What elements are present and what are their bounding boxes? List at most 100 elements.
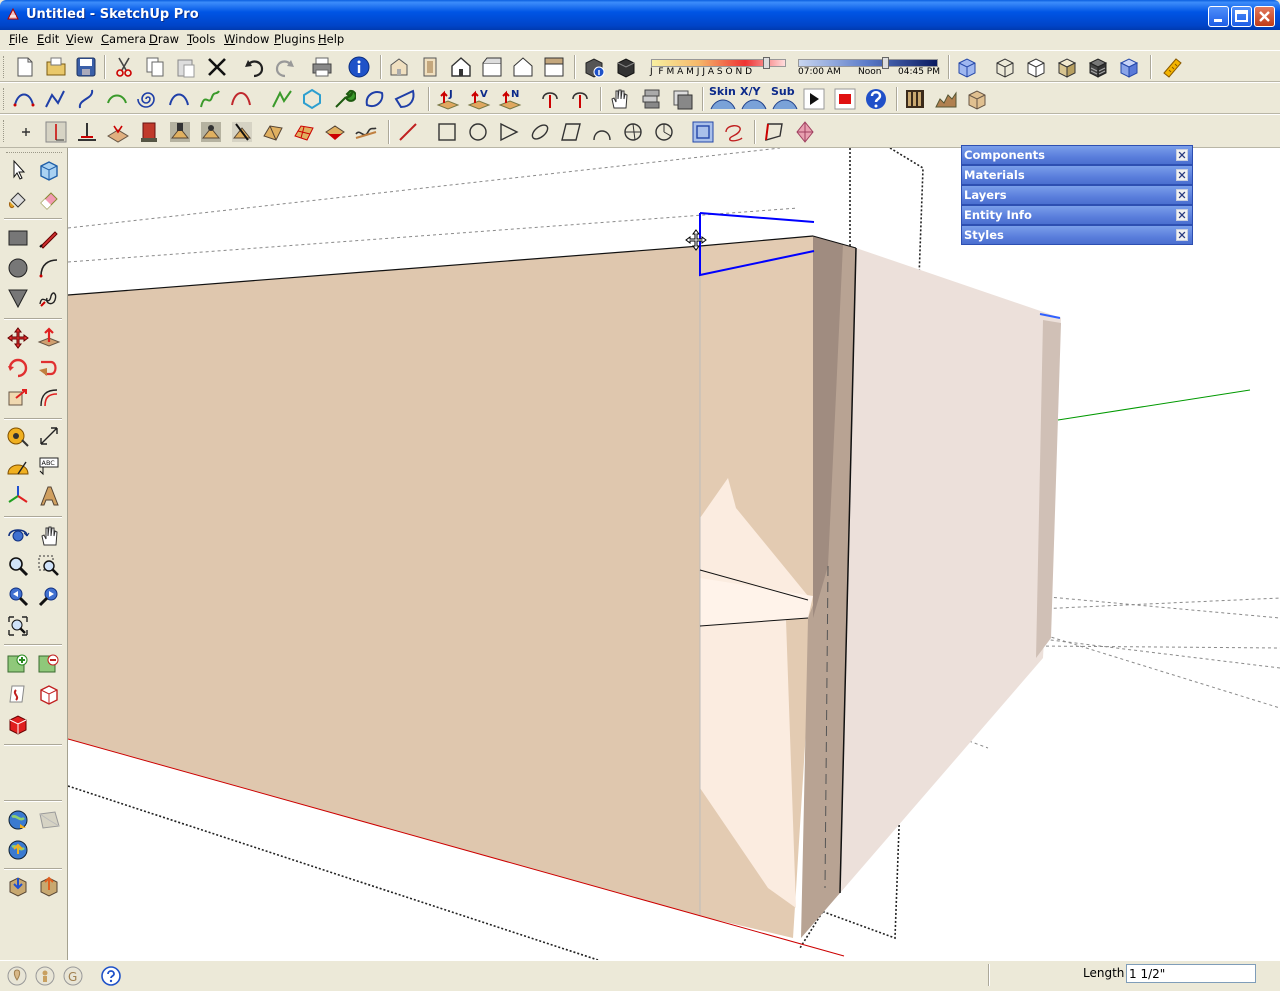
share-model-icon[interactable]: [6, 712, 30, 736]
push-pull-icon[interactable]: [37, 326, 61, 350]
close-button[interactable]: [1254, 6, 1275, 27]
close-entity-info-icon[interactable]: [1176, 209, 1188, 221]
shaded-style-icon[interactable]: [1055, 55, 1079, 79]
zoom-icon[interactable]: [6, 554, 30, 578]
offset-icon[interactable]: [37, 386, 61, 410]
freehand-shape-icon[interactable]: [722, 120, 746, 144]
model-viewport[interactable]: [68, 148, 1280, 960]
text-label-icon[interactable]: ABC: [37, 454, 61, 478]
arc-icon[interactable]: [37, 256, 61, 280]
stamp-icon[interactable]: [75, 120, 99, 144]
bookshelf-icon[interactable]: [903, 87, 927, 111]
save-icon[interactable]: [74, 55, 98, 79]
menu-help[interactable]: Help: [318, 32, 344, 46]
spiral-icon[interactable]: [136, 87, 160, 111]
get-models-icon[interactable]: [37, 682, 61, 706]
offset-frame-icon[interactable]: [691, 120, 715, 144]
rotate-a-icon[interactable]: [538, 87, 562, 111]
xray-style-icon[interactable]: [955, 55, 979, 79]
tape-measure-icon[interactable]: [6, 424, 30, 448]
menu-camera[interactable]: Camera: [101, 32, 146, 46]
freehand-curve-icon[interactable]: [198, 87, 222, 111]
previous-view-icon[interactable]: [6, 584, 30, 608]
title-bar[interactable]: Untitled - SketchUp Pro: [0, 0, 1280, 30]
arc-curve-icon[interactable]: [105, 87, 129, 111]
entity-info-dialog-header[interactable]: Entity Info: [961, 205, 1193, 225]
polygon-icon[interactable]: [300, 87, 324, 111]
google-earth-icon[interactable]: [6, 808, 30, 832]
erase-delete-icon[interactable]: [205, 55, 229, 79]
box-package-icon[interactable]: [965, 87, 989, 111]
wrench-icon[interactable]: [332, 87, 356, 111]
sandbox-from-scratch-icon[interactable]: [199, 120, 223, 144]
sandbox-smoove-icon[interactable]: [137, 120, 161, 144]
rotate-icon[interactable]: [6, 356, 30, 380]
triangle-shape-icon[interactable]: [497, 120, 521, 144]
plus-crosshair-icon[interactable]: [14, 120, 38, 144]
axes-tool-icon[interactable]: [44, 120, 68, 144]
dimension-icon[interactable]: [37, 424, 61, 448]
wireframe-style-icon[interactable]: [993, 55, 1017, 79]
orbit-icon[interactable]: [6, 524, 30, 548]
pan-hand-icon[interactable]: [37, 524, 61, 548]
add-location-icon[interactable]: [6, 652, 30, 676]
sandbox-smooth-icon[interactable]: [354, 120, 378, 144]
stop-record-icon[interactable]: [833, 87, 857, 111]
xy-plugin-button[interactable]: X/Y: [739, 85, 767, 113]
stairs-icon[interactable]: [934, 87, 958, 111]
components-dialog-header[interactable]: Components: [961, 145, 1193, 165]
make-component-icon[interactable]: [37, 158, 61, 182]
new-icon[interactable]: [13, 55, 37, 79]
display-shadows-icon[interactable]: [614, 55, 638, 79]
push-v-icon[interactable]: V: [467, 87, 491, 111]
shaded-textures-style-icon[interactable]: [1086, 55, 1110, 79]
sandbox-stamp-icon[interactable]: [323, 120, 347, 144]
tape-measure-plugin-icon[interactable]: [1160, 55, 1184, 79]
freehand-icon[interactable]: [37, 286, 61, 310]
monochrome-style-icon[interactable]: [1117, 55, 1141, 79]
follow-me-icon[interactable]: [37, 356, 61, 380]
catmull-curve-icon[interactable]: [229, 87, 253, 111]
zoom-extents-icon[interactable]: [6, 614, 30, 638]
cut-icon[interactable]: [112, 55, 136, 79]
cubic-curve-icon[interactable]: [167, 87, 191, 111]
close-materials-icon[interactable]: [1176, 169, 1188, 181]
maximize-button[interactable]: [1231, 6, 1252, 27]
snapshot-icon[interactable]: [37, 808, 61, 832]
sandbox-flip-edge-icon[interactable]: [261, 120, 285, 144]
menu-draw[interactable]: Draw: [149, 32, 179, 46]
pie-shape-icon[interactable]: [652, 120, 676, 144]
back-view-icon[interactable]: [511, 55, 535, 79]
shadow-time-slider[interactable]: 07:00 AM Noon 04:45 PM: [796, 57, 942, 79]
menu-file[interactable]: File: [9, 32, 28, 46]
arc-shape-icon[interactable]: [590, 120, 614, 144]
select-arrow-icon[interactable]: [6, 158, 30, 182]
skin-plugin-button[interactable]: Skin: [708, 85, 736, 113]
place-model-icon[interactable]: [6, 838, 30, 862]
section-plane-icon[interactable]: [670, 87, 694, 111]
sub-plugin-button[interactable]: Sub: [770, 85, 798, 113]
eraser-icon[interactable]: [37, 188, 61, 212]
protractor-icon[interactable]: [6, 454, 30, 478]
rotate-b-icon[interactable]: [568, 87, 592, 111]
hidden-line-style-icon[interactable]: [1024, 55, 1048, 79]
sandbox-add-detail-icon[interactable]: [230, 120, 254, 144]
axes-icon[interactable]: [6, 484, 30, 508]
line-shape-icon[interactable]: [396, 120, 420, 144]
play-icon[interactable]: [802, 87, 826, 111]
model-canvas[interactable]: [68, 148, 1280, 960]
print-icon[interactable]: [310, 55, 334, 79]
photo-texture-icon[interactable]: [6, 682, 30, 706]
push-j-icon[interactable]: J: [436, 87, 460, 111]
materials-dialog-header[interactable]: Materials: [961, 165, 1193, 185]
circle-shape-icon[interactable]: [466, 120, 490, 144]
left-view-icon[interactable]: [542, 55, 566, 79]
3d-text-icon[interactable]: [37, 484, 61, 508]
sandbox-from-contours-icon[interactable]: [168, 120, 192, 144]
menu-edit[interactable]: Edit: [37, 32, 59, 46]
lasso-icon[interactable]: [393, 87, 417, 111]
close-styles-icon[interactable]: [1176, 229, 1188, 241]
paint-bucket-icon[interactable]: [6, 188, 30, 212]
next-view-icon[interactable]: [37, 584, 61, 608]
instructor-help-icon[interactable]: [100, 965, 122, 987]
